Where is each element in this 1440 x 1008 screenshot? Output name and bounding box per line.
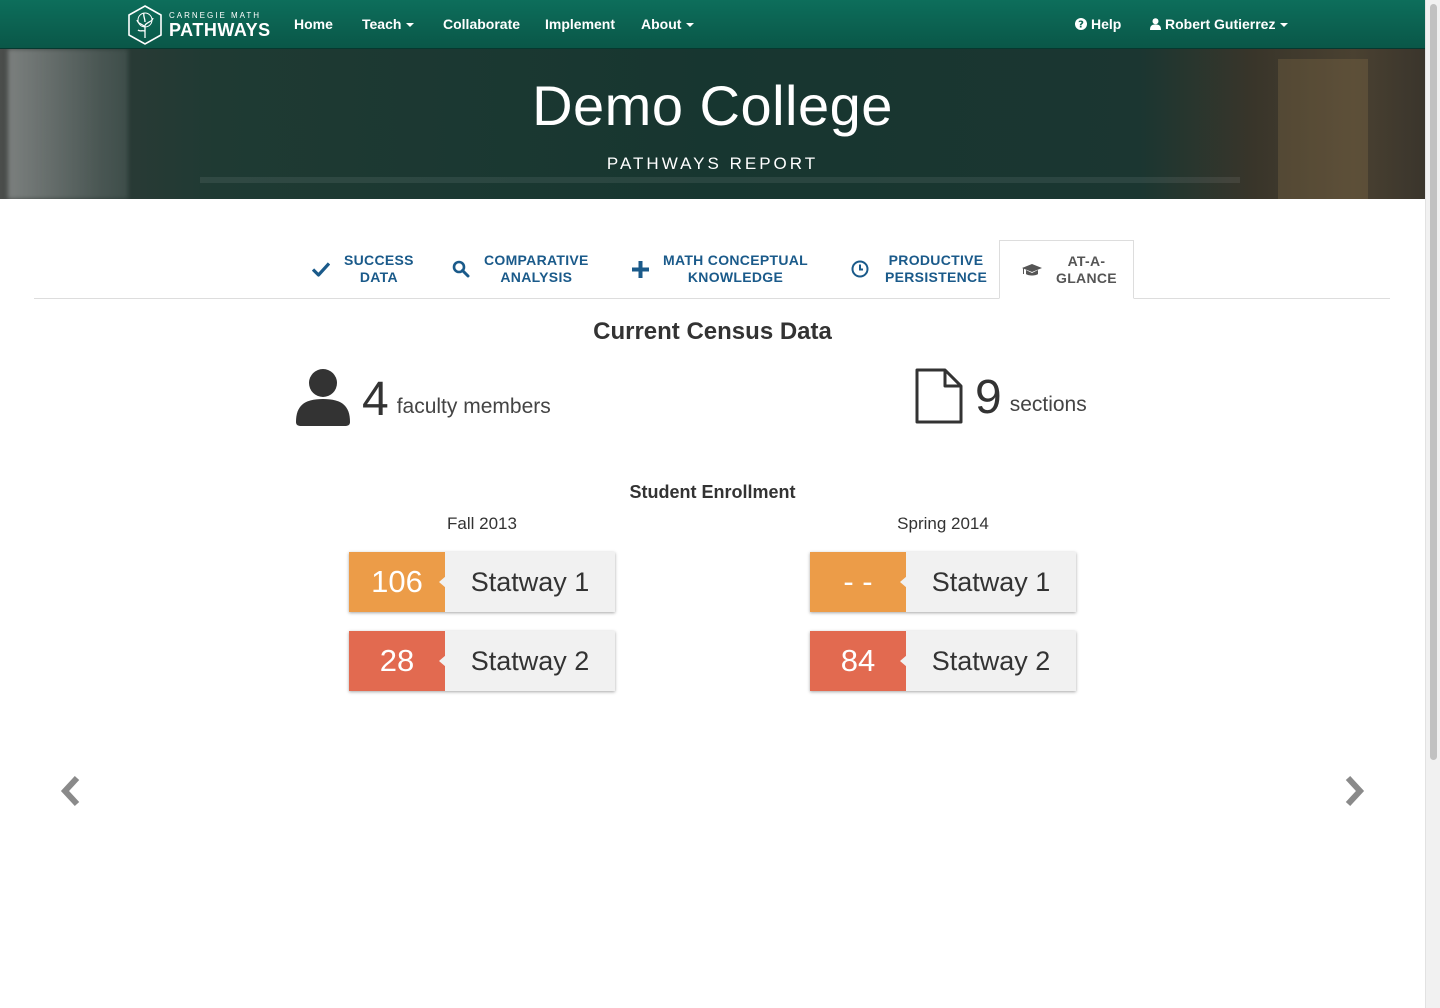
- sections-stat: 9 sections: [915, 368, 1087, 424]
- tab-label-line2: PERSISTENCE: [885, 269, 988, 285]
- enrollment-card: 84 Statway 2: [810, 631, 1076, 691]
- nav-collaborate-label: Collaborate: [443, 16, 521, 32]
- hero-banner: Demo College PATHWAYS REPORT: [0, 49, 1425, 199]
- logo-big-text: PATHWAYS: [169, 19, 271, 40]
- term-spring-2014: Spring 2014: [897, 514, 989, 533]
- enrollment-card: 28 Statway 2: [349, 631, 615, 691]
- tab-label-line1: MATH CONCEPTUAL: [663, 252, 809, 268]
- search-icon: [452, 260, 470, 278]
- tab-label-line1: PRODUCTIVE: [888, 252, 984, 268]
- tabs-divider: [34, 298, 1390, 299]
- user-icon: [296, 369, 350, 426]
- faculty-label: faculty members: [396, 395, 551, 418]
- check-icon: [312, 262, 330, 277]
- caret-down-icon: [1280, 23, 1289, 28]
- enrollment-card: - - Statway 1: [810, 552, 1076, 612]
- nav-help[interactable]: ? Help: [1075, 0, 1121, 49]
- tab-label-line1: SUCCESS: [344, 252, 414, 268]
- nav-implement[interactable]: Implement: [545, 0, 615, 49]
- nav-user-label: Robert Gutierrez: [1165, 16, 1276, 32]
- enrollment-count: 28: [349, 631, 446, 691]
- nav-help-label: Help: [1091, 16, 1122, 32]
- enrollment-card: 106 Statway 1: [349, 552, 615, 612]
- chevron-left-icon: [60, 775, 80, 807]
- tab-label-line1: COMPARATIVE: [484, 252, 589, 268]
- nav-about[interactable]: About: [641, 0, 695, 49]
- nav-implement-label: Implement: [545, 16, 616, 32]
- sections-label: sections: [1009, 393, 1087, 416]
- hero-chalk-ledge: [200, 177, 1240, 183]
- page-scrollbar[interactable]: [1425, 0, 1440, 1008]
- enrollment-count: 106: [349, 552, 446, 612]
- chevron-right-icon: [1345, 775, 1365, 807]
- clock-icon: [851, 260, 869, 278]
- next-slide-button[interactable]: [1343, 775, 1365, 812]
- nav-teach[interactable]: Teach: [362, 0, 415, 49]
- faculty-stat: 4 faculty members: [296, 368, 551, 426]
- tab-math-conceptual-knowledge[interactable]: MATH CONCEPTUAL KNOWLEDGE: [632, 240, 808, 298]
- scrollbar-thumb[interactable]: [1430, 4, 1437, 760]
- carnegie-math-pathways-logo[interactable]: CARNEGIE MATH PATHWAYS: [127, 5, 271, 45]
- top-navbar: CARNEGIE MATH PATHWAYS Home Teach Collab…: [0, 0, 1425, 49]
- enrollment-count: 84: [810, 631, 907, 691]
- census-title: Current Census Data: [593, 318, 832, 345]
- nav-about-label: About: [641, 16, 682, 32]
- sections-count: 9: [975, 371, 1002, 424]
- previous-slide-button[interactable]: [60, 775, 82, 812]
- caret-down-icon: [686, 23, 695, 28]
- question-circle-icon: ?: [1075, 18, 1087, 31]
- tab-label-line2: ANALYSIS: [500, 269, 573, 285]
- tab-label-line1: AT-A-: [1067, 252, 1106, 269]
- tab-at-a-glance[interactable]: AT-A- GLANCE: [999, 240, 1134, 299]
- tab-label-line2: KNOWLEDGE: [687, 269, 784, 285]
- nav-teach-label: Teach: [362, 16, 402, 32]
- tab-success-data[interactable]: SUCCESS DATA: [312, 240, 414, 298]
- tab-label-line2: DATA: [359, 269, 398, 285]
- course-name: Statway 1: [931, 567, 1051, 597]
- user-icon: [1150, 18, 1161, 31]
- document-icon: [915, 368, 963, 424]
- caret-down-icon: [406, 23, 415, 28]
- term-fall-2013: Fall 2013: [447, 514, 517, 533]
- nav-user-menu[interactable]: Robert Gutierrez: [1150, 0, 1289, 49]
- enrollment-count: - -: [810, 552, 907, 612]
- report-subtitle: PATHWAYS REPORT: [606, 154, 819, 173]
- course-name: Statway 2: [470, 646, 590, 676]
- nav-home-label: Home: [294, 16, 333, 32]
- svg-text:?: ?: [1078, 20, 1084, 31]
- pathways-tree-icon: [128, 5, 162, 45]
- faculty-count: 4: [362, 373, 389, 426]
- tab-productive-persistence[interactable]: PRODUCTIVE PERSISTENCE: [851, 240, 987, 298]
- course-name: Statway 2: [931, 646, 1051, 676]
- nav-collaborate[interactable]: Collaborate: [443, 0, 520, 49]
- graduation-cap-icon: [1022, 263, 1042, 275]
- nav-home[interactable]: Home: [294, 0, 333, 49]
- plus-icon: [632, 260, 649, 278]
- tab-label-line2: GLANCE: [1056, 269, 1117, 286]
- tab-comparative-analysis[interactable]: COMPARATIVE ANALYSIS: [452, 240, 589, 298]
- course-name: Statway 1: [470, 567, 590, 597]
- college-title: Demo College: [532, 74, 893, 137]
- enrollment-title: Student Enrollment: [629, 482, 796, 502]
- logo-small-text: CARNEGIE MATH: [169, 10, 262, 20]
